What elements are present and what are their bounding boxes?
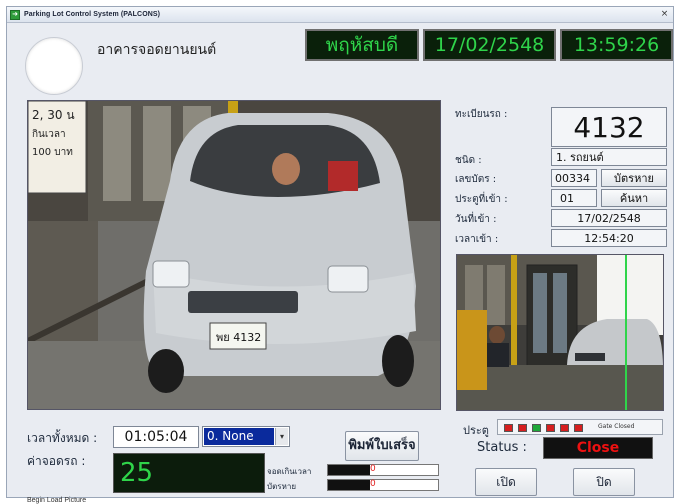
card-number-field: 00334 bbox=[551, 169, 597, 187]
gate-indicator-light bbox=[546, 424, 555, 432]
gate-indicator-light bbox=[504, 424, 513, 432]
entry-time-label: เวลาเข้า : bbox=[455, 234, 499, 245]
elapsed-label: เวลาทั้งหมด : bbox=[27, 431, 98, 445]
footer-status: Begin Load Picture bbox=[27, 497, 87, 504]
entry-gate-field: 01 bbox=[551, 189, 597, 207]
logo bbox=[25, 37, 83, 95]
date-display: 17/02/2548 bbox=[423, 29, 556, 61]
window-title: Parking Lot Control System (PALCONS) bbox=[24, 11, 161, 18]
vehicle-type-field: 1. รถยนต์ bbox=[551, 148, 667, 166]
gate-state-text: Gate Closed bbox=[598, 423, 635, 430]
gate-indicator-light bbox=[532, 424, 541, 432]
gate-camera-image bbox=[456, 254, 664, 411]
search-button[interactable]: ค้นหา bbox=[601, 189, 667, 207]
overtime-field: 0 bbox=[327, 464, 439, 476]
gate-indicator-light bbox=[560, 424, 569, 432]
gate-indicator-panel: Gate Closed bbox=[497, 419, 663, 435]
vehicle-type-label: ชนิด : bbox=[455, 155, 482, 166]
plate-number-display: 4132 bbox=[551, 107, 667, 147]
entry-camera-image: 2, 30 น กินเวลา 100 บาท พย 4132 bbox=[27, 100, 441, 410]
lost-card-fee-label: บัตรหาย bbox=[267, 482, 297, 491]
parking-fee-display: 25 bbox=[113, 453, 265, 493]
lost-card-fee-field: 0 bbox=[327, 479, 439, 491]
print-receipt-button[interactable]: พิมพ์ใบเสร็จ bbox=[345, 431, 419, 461]
lost-card-fee-value: 0 bbox=[370, 479, 376, 489]
lost-card-button[interactable]: บัตรหาย bbox=[601, 169, 667, 187]
day-display: พฤหัสบดี bbox=[305, 29, 419, 61]
close-gate-button[interactable]: ปิด bbox=[573, 468, 635, 496]
main-plate: พย 4132 bbox=[216, 331, 261, 344]
overtime-label: จอดเกินเวลา bbox=[267, 467, 312, 476]
entry-time-field: 12:54:20 bbox=[551, 229, 667, 247]
entry-date-field: 17/02/2548 bbox=[551, 209, 667, 227]
title-bar: ➜ Parking Lot Control System (PALCONS) × bbox=[7, 7, 673, 23]
status-label: Status : bbox=[477, 440, 527, 455]
card-number-label: เลขบัตร : bbox=[455, 174, 497, 185]
sign-line-1: 2, 30 น bbox=[32, 108, 75, 122]
entry-date-label: วันที่เข้า : bbox=[455, 214, 497, 225]
close-icon[interactable]: × bbox=[659, 9, 670, 20]
gate-label: ประตู bbox=[463, 424, 489, 437]
app-icon: ➜ bbox=[10, 9, 20, 20]
sign-line-3: 100 บาท bbox=[32, 147, 73, 158]
discount-selected: 0. None bbox=[204, 428, 274, 445]
clock-display: 13:59:26 bbox=[560, 29, 673, 61]
gate-indicator-light bbox=[574, 424, 583, 432]
gate-indicator-light bbox=[518, 424, 527, 432]
fee-label: ค่าจอดรถ : bbox=[27, 454, 86, 468]
chevron-down-icon[interactable]: ▾ bbox=[275, 428, 288, 445]
building-name: อาคารจอดยานยนต์ bbox=[97, 42, 217, 58]
plate-label: ทะเบียนรถ : bbox=[455, 109, 508, 120]
app-window: ➜ Parking Lot Control System (PALCONS) ×… bbox=[6, 6, 674, 504]
sign-line-2: กินเวลา bbox=[32, 129, 66, 140]
entry-gate-label: ประตูที่เข้า : bbox=[455, 194, 508, 205]
open-gate-button[interactable]: เปิด bbox=[475, 468, 537, 496]
overtime-value: 0 bbox=[370, 464, 376, 474]
elapsed-time-field: 01:05:04 bbox=[113, 426, 199, 448]
discount-select[interactable]: 0. None ▾ bbox=[202, 426, 290, 447]
gate-status-display: Close bbox=[543, 437, 653, 459]
